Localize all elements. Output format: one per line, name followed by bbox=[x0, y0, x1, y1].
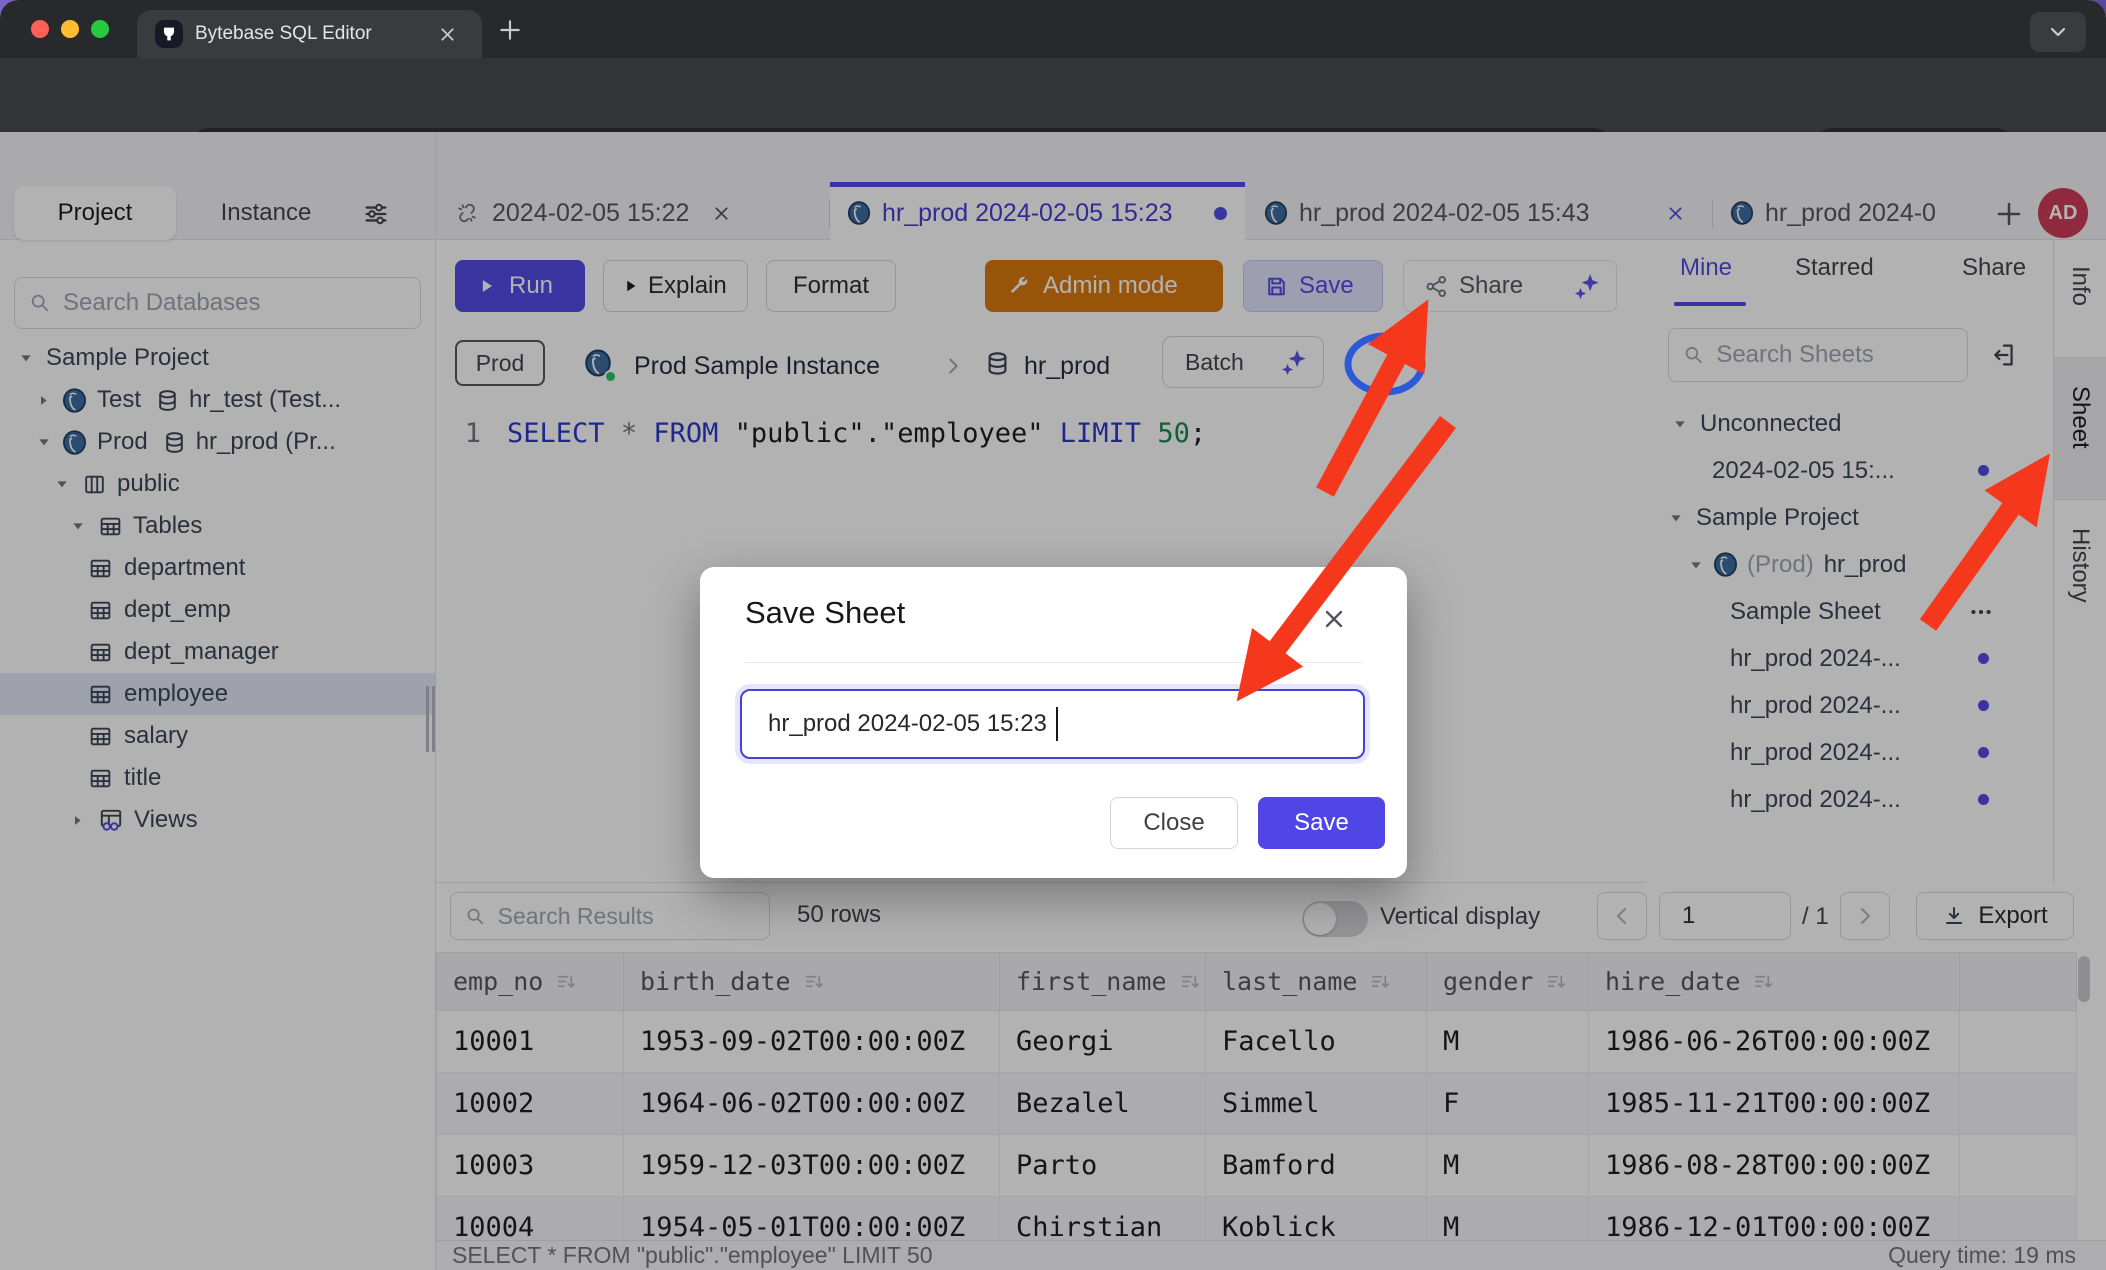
close-icon[interactable] bbox=[1320, 605, 1348, 633]
browser-tab-title: Bytebase SQL Editor bbox=[195, 23, 372, 45]
sheet-name-input[interactable] bbox=[766, 709, 1363, 739]
save-sheet-dialog: Save Sheet Close Save bbox=[700, 567, 1407, 878]
dialog-title: Save Sheet bbox=[745, 595, 905, 631]
tab-search-button[interactable] bbox=[2030, 12, 2086, 52]
chevron-down-icon bbox=[2046, 20, 2070, 44]
dialog-close-button[interactable]: Close bbox=[1110, 797, 1238, 849]
tab-close-icon[interactable] bbox=[437, 24, 458, 45]
bytebase-favicon-icon bbox=[155, 20, 183, 48]
divider bbox=[745, 662, 1362, 663]
window-zoom-button[interactable] bbox=[91, 20, 109, 38]
new-tab-icon[interactable] bbox=[497, 17, 523, 43]
window-minimize-button[interactable] bbox=[61, 20, 79, 38]
sheet-name-box bbox=[740, 689, 1365, 759]
browser-tab[interactable]: Bytebase SQL Editor bbox=[137, 10, 482, 58]
window-close-button[interactable] bbox=[31, 20, 49, 38]
dialog-save-button[interactable]: Save bbox=[1258, 797, 1385, 849]
text-cursor bbox=[1056, 707, 1058, 741]
browser-titlebar: Bytebase SQL Editor bbox=[0, 0, 2106, 58]
browser-window: Bytebase SQL Editor localhost:8080/sql-e… bbox=[0, 0, 2106, 1270]
browser-toolbar: localhost:8080/sql-editor/prod-sample-in… bbox=[0, 58, 2106, 132]
